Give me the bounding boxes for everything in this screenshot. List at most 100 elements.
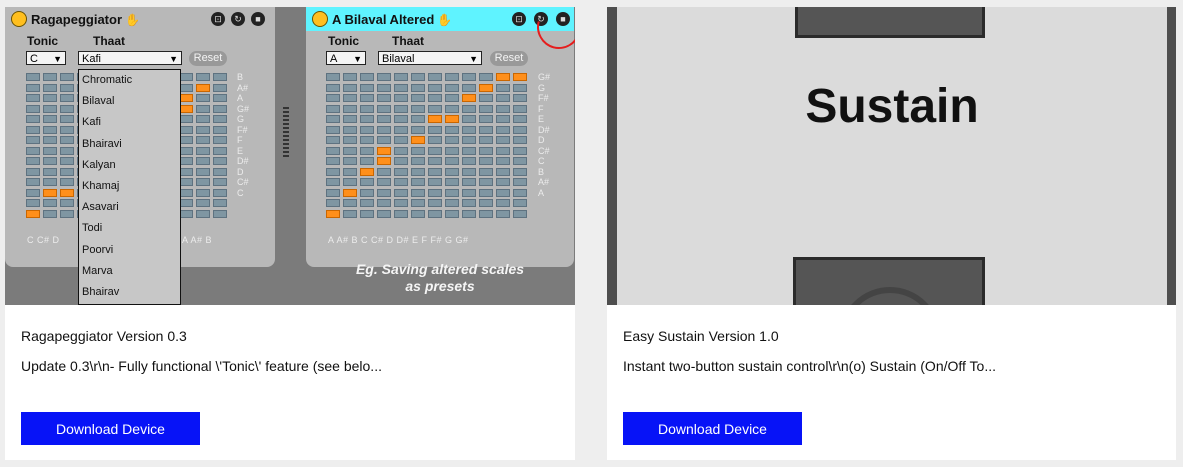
step-cell[interactable] bbox=[445, 157, 459, 165]
step-cell[interactable] bbox=[428, 115, 442, 123]
step-cell[interactable] bbox=[196, 209, 210, 218]
step-cell[interactable] bbox=[326, 94, 340, 102]
step-cell[interactable] bbox=[360, 209, 374, 218]
step-cell[interactable] bbox=[445, 167, 459, 176]
step-cell[interactable] bbox=[479, 167, 493, 176]
step-cell[interactable] bbox=[326, 188, 340, 197]
step-cell[interactable] bbox=[343, 188, 357, 197]
step-cell[interactable] bbox=[343, 178, 357, 186]
thaat-select[interactable]: Kafi ▼ bbox=[78, 51, 182, 65]
step-cell[interactable] bbox=[26, 167, 40, 176]
step-cell[interactable] bbox=[60, 188, 74, 197]
step-cell[interactable] bbox=[179, 94, 193, 102]
dropdown-option[interactable]: Bhairav bbox=[79, 282, 180, 303]
step-cell[interactable] bbox=[179, 83, 193, 92]
step-cell[interactable] bbox=[343, 199, 357, 207]
step-cell[interactable] bbox=[411, 115, 425, 123]
step-cell[interactable] bbox=[377, 73, 391, 81]
device-thumbnail[interactable]: Sustain bbox=[607, 7, 1176, 305]
step-cell[interactable] bbox=[479, 157, 493, 165]
step-cell[interactable] bbox=[26, 146, 40, 155]
step-cell[interactable] bbox=[343, 115, 357, 123]
step-cell[interactable] bbox=[428, 136, 442, 144]
step-cell[interactable] bbox=[377, 104, 391, 113]
step-cell[interactable] bbox=[213, 136, 227, 144]
step-cell[interactable] bbox=[60, 73, 74, 81]
step-cell[interactable] bbox=[43, 157, 57, 165]
step-cell[interactable] bbox=[394, 209, 408, 218]
step-cell[interactable] bbox=[43, 136, 57, 144]
step-cell[interactable] bbox=[411, 178, 425, 186]
step-cell[interactable] bbox=[43, 146, 57, 155]
step-cell[interactable] bbox=[445, 209, 459, 218]
step-cell[interactable] bbox=[513, 199, 527, 207]
step-cell[interactable] bbox=[343, 73, 357, 81]
step-cell[interactable] bbox=[411, 104, 425, 113]
step-cell[interactable] bbox=[43, 167, 57, 176]
dropdown-option[interactable]: Chromatic bbox=[79, 70, 180, 91]
step-cell[interactable] bbox=[513, 178, 527, 186]
step-cell[interactable] bbox=[479, 115, 493, 123]
step-cell[interactable] bbox=[428, 157, 442, 165]
step-cell[interactable] bbox=[394, 199, 408, 207]
hot-swap-icon[interactable]: ↻ bbox=[231, 12, 245, 26]
step-cell[interactable] bbox=[213, 209, 227, 218]
step-cell[interactable] bbox=[343, 94, 357, 102]
step-cell[interactable] bbox=[479, 209, 493, 218]
dropdown-option[interactable]: Khamaj bbox=[79, 176, 180, 197]
step-cell[interactable] bbox=[343, 167, 357, 176]
note-grid[interactable] bbox=[326, 73, 527, 218]
step-cell[interactable] bbox=[43, 115, 57, 123]
step-cell[interactable] bbox=[196, 157, 210, 165]
step-cell[interactable] bbox=[377, 178, 391, 186]
tonic-select[interactable]: C ▼ bbox=[26, 51, 66, 65]
step-cell[interactable] bbox=[479, 188, 493, 197]
step-cell[interactable] bbox=[513, 115, 527, 123]
step-cell[interactable] bbox=[326, 83, 340, 92]
step-cell[interactable] bbox=[179, 178, 193, 186]
step-cell[interactable] bbox=[479, 199, 493, 207]
step-cell[interactable] bbox=[394, 125, 408, 134]
step-cell[interactable] bbox=[43, 178, 57, 186]
step-cell[interactable] bbox=[513, 188, 527, 197]
step-cell[interactable] bbox=[196, 199, 210, 207]
dropdown-option[interactable]: Kalyan bbox=[79, 155, 180, 176]
step-cell[interactable] bbox=[394, 146, 408, 155]
step-cell[interactable] bbox=[360, 136, 374, 144]
dropdown-option[interactable]: Bhairavi bbox=[79, 134, 180, 155]
step-cell[interactable] bbox=[377, 136, 391, 144]
step-cell[interactable] bbox=[60, 125, 74, 134]
step-cell[interactable] bbox=[462, 157, 476, 165]
step-cell[interactable] bbox=[394, 178, 408, 186]
step-cell[interactable] bbox=[479, 125, 493, 134]
step-cell[interactable] bbox=[496, 115, 510, 123]
step-cell[interactable] bbox=[445, 178, 459, 186]
step-cell[interactable] bbox=[513, 125, 527, 134]
step-cell[interactable] bbox=[479, 136, 493, 144]
step-cell[interactable] bbox=[196, 146, 210, 155]
step-cell[interactable] bbox=[179, 125, 193, 134]
step-cell[interactable] bbox=[462, 199, 476, 207]
dropdown-option[interactable]: Bilaval bbox=[79, 91, 180, 112]
step-cell[interactable] bbox=[428, 104, 442, 113]
step-cell[interactable] bbox=[411, 73, 425, 81]
step-cell[interactable] bbox=[326, 209, 340, 218]
step-cell[interactable] bbox=[428, 146, 442, 155]
step-cell[interactable] bbox=[179, 104, 193, 113]
device-card-ragapeggiator[interactable]: Ragapeggiator ✋ ⊡ ↻ ■ Tonic Thaat C ▼ Kafi… bbox=[5, 7, 575, 460]
step-cell[interactable] bbox=[377, 167, 391, 176]
step-cell[interactable] bbox=[326, 178, 340, 186]
step-cell[interactable] bbox=[428, 167, 442, 176]
reset-button[interactable]: Reset bbox=[490, 51, 528, 66]
step-cell[interactable] bbox=[377, 146, 391, 155]
step-cell[interactable] bbox=[43, 199, 57, 207]
step-cell[interactable] bbox=[213, 188, 227, 197]
step-cell[interactable] bbox=[326, 73, 340, 81]
step-cell[interactable] bbox=[60, 178, 74, 186]
step-cell[interactable] bbox=[411, 209, 425, 218]
step-cell[interactable] bbox=[360, 73, 374, 81]
step-cell[interactable] bbox=[43, 104, 57, 113]
step-cell[interactable] bbox=[496, 83, 510, 92]
step-cell[interactable] bbox=[462, 73, 476, 81]
step-cell[interactable] bbox=[43, 83, 57, 92]
